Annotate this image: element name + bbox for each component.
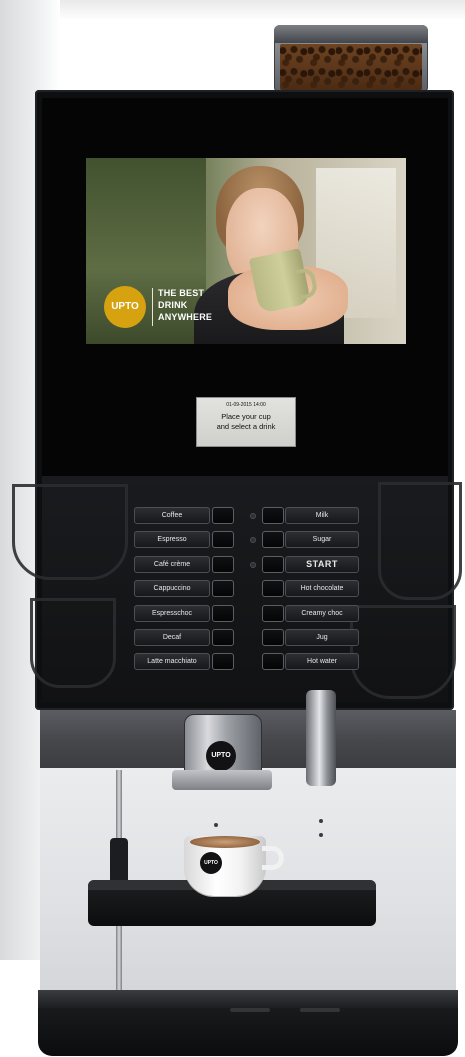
status-message-line-2: and select a drink	[216, 422, 276, 431]
drink-button-creamy-choc[interactable]: Creamy choc	[285, 605, 359, 622]
coffee-machine-photo: UPTO THE BEST DRINK ANYWHERE 01-09-2015 …	[0, 0, 465, 1057]
drink-button-caf-cr-me[interactable]: Café crème	[134, 556, 210, 573]
drink-button-espresschoc[interactable]: Espresschoc	[134, 605, 210, 622]
status-message-line-1: Place your cup	[221, 412, 271, 421]
drink-button-espresso[interactable]: Espresso	[134, 531, 210, 548]
promo-video-screen: UPTO THE BEST DRINK ANYWHERE	[86, 158, 406, 344]
tagline-line-1: THE BEST	[158, 288, 205, 298]
drink-button-coffee[interactable]: Coffee	[134, 507, 210, 524]
drip-tray-vent	[230, 1008, 270, 1012]
brand-divider	[152, 288, 153, 326]
drip-tray-vent	[300, 1008, 340, 1012]
hopper-lid	[274, 25, 428, 43]
brand-logo: UPTO	[104, 286, 146, 328]
drink-button-decaf[interactable]: Decaf	[134, 629, 210, 646]
decorative-cup-outline	[12, 484, 128, 580]
selection-key[interactable]	[262, 556, 284, 573]
tagline-line-3: ANYWHERE	[158, 312, 213, 322]
selection-key[interactable]	[262, 507, 284, 524]
milk-spout	[306, 690, 336, 786]
indicator-led	[250, 562, 256, 568]
drink-button-hot-water[interactable]: Hot water	[285, 653, 359, 670]
selection-key[interactable]	[212, 580, 234, 597]
selection-key[interactable]	[262, 605, 284, 622]
drink-button-latte-macchiato[interactable]: Latte macchiato	[134, 653, 210, 670]
selection-key[interactable]	[212, 653, 234, 670]
decorative-cup-outline	[30, 598, 116, 688]
cup-logo: UPTO	[200, 852, 222, 874]
selection-key[interactable]	[262, 531, 284, 548]
drink-button-cappuccino[interactable]: Cappuccino	[134, 580, 210, 597]
indicator-led	[250, 513, 256, 519]
selection-key[interactable]	[262, 580, 284, 597]
indicator-dot	[319, 819, 323, 823]
spout-logo: UPTO	[206, 741, 236, 771]
selection-key[interactable]	[212, 507, 234, 524]
spout-outlet	[172, 770, 272, 790]
brand-tagline: THE BEST DRINK ANYWHERE	[158, 287, 248, 323]
drink-button-start[interactable]: START	[285, 556, 359, 573]
selection-key[interactable]	[212, 531, 234, 548]
decorative-cup-outline	[350, 605, 456, 699]
indicator-led	[250, 537, 256, 543]
coffee-in-cup	[190, 836, 260, 848]
status-display: 01-09-2015 14:00 Place your cup and sele…	[196, 397, 296, 447]
status-message: Place your cup and select a drink	[197, 412, 295, 432]
background-top	[0, 0, 465, 20]
status-date: 01-09-2015 14:00	[226, 402, 266, 408]
drink-button-hot-chocolate[interactable]: Hot chocolate	[285, 580, 359, 597]
drink-button-milk[interactable]: Milk	[285, 507, 359, 524]
selection-key[interactable]	[212, 605, 234, 622]
drink-button-sugar[interactable]: Sugar	[285, 531, 359, 548]
selection-key[interactable]	[212, 629, 234, 646]
tagline-line-2: DRINK	[158, 300, 188, 310]
drink-button-jug[interactable]: Jug	[285, 629, 359, 646]
indicator-dot	[214, 823, 218, 827]
drip-tray-lip	[38, 990, 458, 1008]
coffee-beans	[280, 44, 422, 90]
decorative-tea-glass-outline	[378, 482, 462, 600]
selection-key[interactable]	[262, 653, 284, 670]
selection-key[interactable]	[262, 629, 284, 646]
selection-key[interactable]	[212, 556, 234, 573]
indicator-dot	[319, 833, 323, 837]
